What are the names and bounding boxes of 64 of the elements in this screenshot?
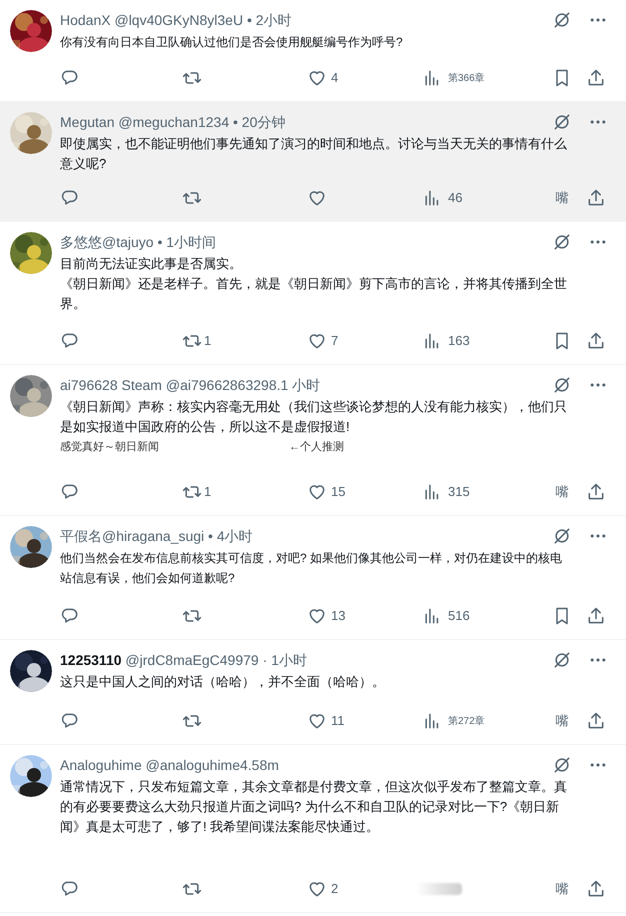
post-text: 即使属实，也不能证明他们事先通知了演习的时间和地点。讨论与当天无关的事情有什么意义呢?	[60, 135, 568, 173]
action-label[interactable]: 嘴	[552, 188, 572, 208]
share-icon[interactable]	[586, 606, 606, 626]
share-icon[interactable]	[586, 68, 606, 88]
view-count: 163	[448, 332, 470, 350]
share-icon[interactable]	[586, 331, 606, 351]
action-label[interactable]: 嘴	[552, 482, 572, 502]
grok-icon[interactable]	[552, 112, 572, 132]
author-name[interactable]: ai796628 Steam	[60, 374, 162, 396]
view-count: 516	[448, 607, 470, 626]
note-text: ←个人推测	[289, 440, 344, 455]
handle-and-time: @analoguhime4.58m	[144, 756, 279, 775]
repost-count: 1	[204, 483, 212, 502]
like-icon[interactable]	[307, 68, 327, 88]
author-name[interactable]: 12253110	[60, 650, 122, 670]
blurred-area	[416, 883, 462, 895]
like-count: 15	[331, 483, 346, 502]
post-text: 《朝日新闻》还是老样子。首先，就是《朝日新闻》剪下高市的言论，并将其传播到全世界。	[60, 275, 568, 313]
like-count: 2	[331, 880, 338, 898]
view-count: 46	[448, 189, 462, 208]
post-text: 目前尚无法证实此事是否属实。	[60, 255, 243, 273]
share-icon[interactable]	[586, 482, 606, 502]
author-name[interactable]: HodanX	[60, 10, 111, 30]
view-count: 第272章	[448, 714, 485, 728]
grok-icon[interactable]	[552, 375, 572, 395]
like-icon[interactable]	[307, 879, 327, 899]
post-text: 他们当然会在发布信息前核实其可信度，对吧? 如果他们像其他公司一样，对仍在建设中的核电站信息有误，他们会如何道歉呢?	[60, 550, 564, 587]
action-label[interactable]: 嘴	[552, 711, 572, 731]
author-name[interactable]: Megutan	[60, 112, 114, 132]
like-count: 11	[331, 712, 344, 730]
author-name[interactable]: Analoguhime	[60, 754, 142, 776]
author-name[interactable]: 多悠悠	[60, 232, 102, 252]
view-count: 第366章	[448, 72, 485, 86]
handle-and-time: @hiragana_sugi • 4小时	[102, 526, 253, 546]
post-text: 《朝日新闻》声称：核实内容毫无用处（我们这些谈论梦想的人没有能力核实），他们只是如实报道中国政府的公告，所以这不是虚假报道!	[60, 398, 568, 436]
like-icon[interactable]	[307, 711, 327, 731]
grok-icon[interactable]	[552, 650, 572, 670]
post-text: 你有没有向日本自卫队确认过他们是否会使用舰艇编号作为呼号?	[60, 34, 404, 51]
like-icon[interactable]	[307, 188, 327, 208]
grok-icon[interactable]	[552, 232, 572, 252]
note-text: 感觉真好～朝日新闻	[60, 440, 159, 455]
handle-and-time: @lqv40GKyN8yl3eU • 2小时	[113, 10, 292, 30]
post-text: 通常情况下，只发布短篇文章，其余文章都是付费文章，但这次似乎发布了整篇文章。真的有必要要费这么大劲只报道片面之词吗? 为什么不和自卫队的记录对比一下?《朝日新闻》真是太可悲了，够了! 我希望间谍法案能尽快通过。	[60, 778, 568, 836]
view-count: 315	[448, 483, 470, 502]
like-count: 13	[331, 607, 346, 626]
handle-and-time: @meguchan1234 • 20分钟	[117, 112, 286, 132]
handle-and-time: @tajuyo • 1小时间	[102, 232, 216, 252]
like-icon[interactable]	[307, 606, 327, 626]
grok-icon[interactable]	[552, 526, 572, 546]
like-icon[interactable]	[307, 331, 327, 351]
grok-icon[interactable]	[552, 10, 572, 30]
repost-count: 1	[204, 332, 212, 350]
share-icon[interactable]	[586, 188, 606, 208]
like-count: 7	[331, 332, 338, 350]
grok-icon[interactable]	[552, 755, 572, 775]
handle-and-time: @jrdC8maEgC49979 · 1小时	[124, 650, 307, 670]
handle-and-time: @ai79662863298.1 小时	[164, 376, 320, 394]
action-label[interactable]: 嘴	[552, 879, 572, 899]
author-name[interactable]: 平假名	[60, 526, 102, 546]
post-text: 这只是中国人之间的对话（哈哈），并不全面（哈哈）。	[60, 673, 386, 691]
share-icon[interactable]	[586, 711, 606, 731]
share-icon[interactable]	[586, 879, 606, 899]
like-count: 4	[331, 69, 338, 88]
like-icon[interactable]	[307, 482, 327, 502]
